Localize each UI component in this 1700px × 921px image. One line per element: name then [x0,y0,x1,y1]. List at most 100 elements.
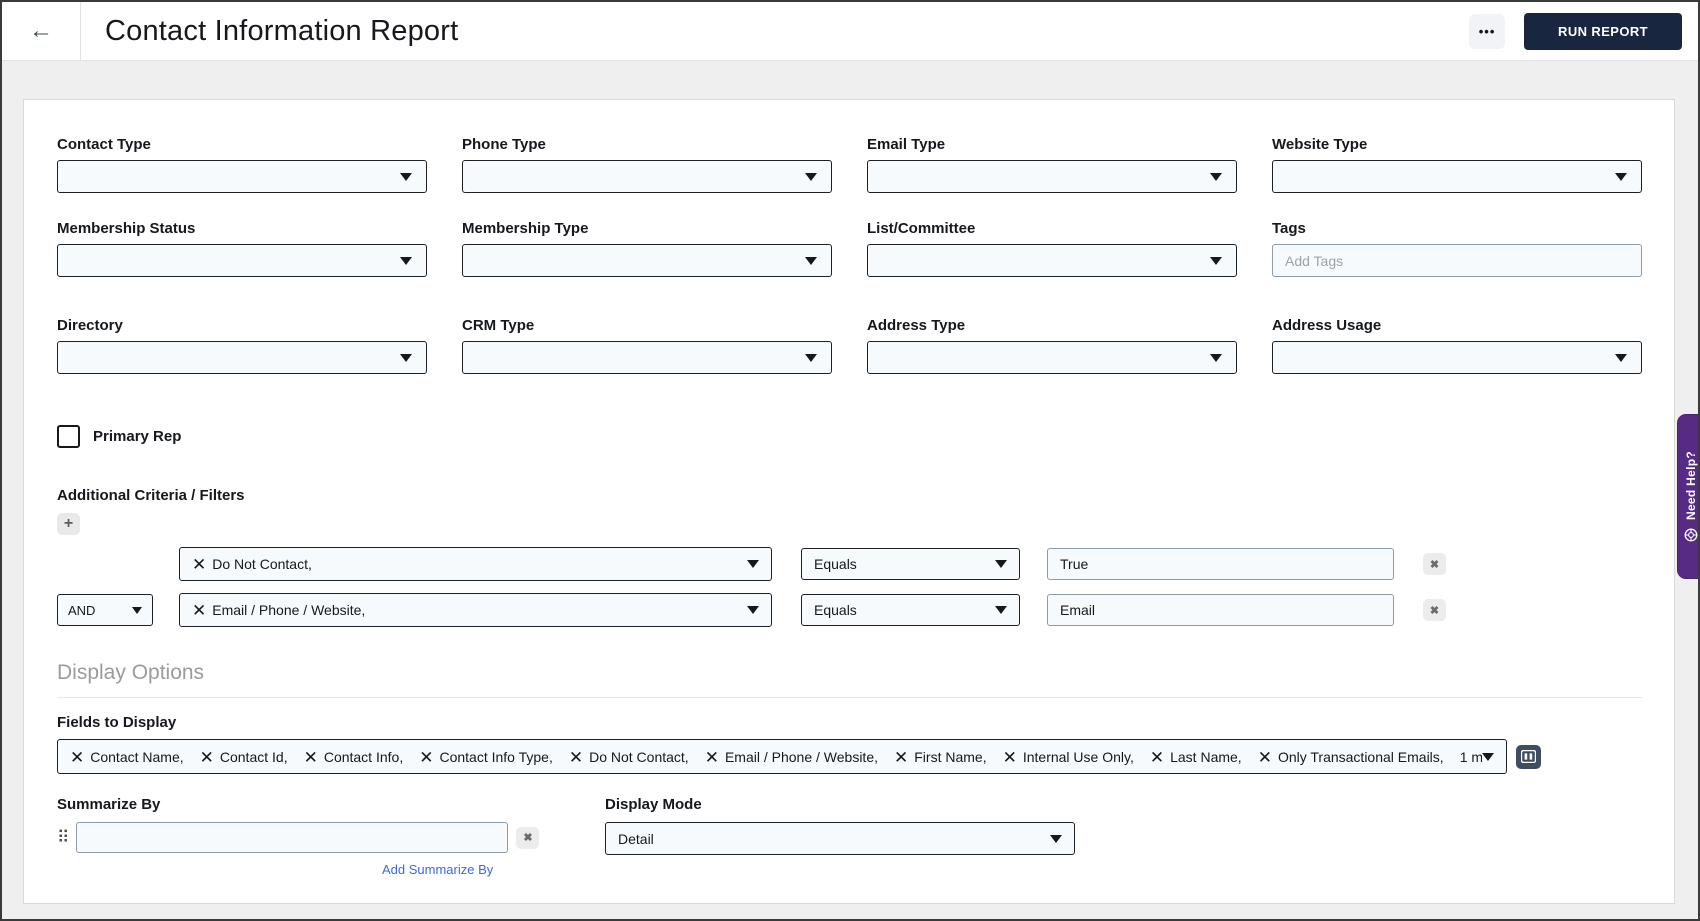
run-report-button[interactable]: RUN REPORT [1524,12,1682,50]
criteria-value-input[interactable] [1047,594,1394,626]
membership-type-select[interactable] [462,244,832,277]
bottom-row: Summarize By ⠿ ✖ Add Summarize By Displa… [57,796,1642,877]
field-label: Membership Status [57,220,196,237]
additional-criteria-title: Additional Criteria / Filters [57,487,245,504]
field-email-type: Email Type [867,136,1237,193]
chevron-down-icon [132,606,142,614]
chip-label: Contact Id, [219,748,288,765]
chevron-down-icon [1210,256,1222,265]
remove-criteria-button[interactable]: ✖ [1423,553,1446,575]
field-list-committee: List/Committee [867,220,1237,277]
conjunction-label: AND [68,602,96,618]
field-contact-type: Contact Type [57,136,427,193]
field-label: List/Committee [867,220,976,237]
summarize-by-input[interactable] [76,822,509,853]
life-ring-icon [1684,528,1698,542]
chip-label: Contact Name, [90,748,184,765]
close-icon: ✖ [1429,558,1440,571]
website-type-select[interactable] [1272,160,1642,193]
fields-to-display-label: Fields to Display [57,714,177,731]
field-chip: ✕ Do Not Contact, [569,747,689,767]
columns-icon [1521,750,1536,763]
back-button[interactable]: ← [2,2,81,60]
chevron-down-icon [1210,172,1222,181]
field-label: Address Type [867,317,966,334]
chevron-down-icon [1050,834,1062,843]
chevron-down-icon [805,256,817,265]
chip-label: Last Name, [1170,748,1242,765]
membership-status-select[interactable] [57,244,427,277]
clear-summarize-button[interactable]: ✖ [516,826,540,849]
app-window: ← Contact Information Report ••• RUN REP… [0,0,1700,921]
field-address-type: Address Type [867,317,1237,374]
summarize-by-section: Summarize By ⠿ ✖ Add Summarize By [57,796,605,877]
field-label: Directory [57,317,123,334]
column-settings-button[interactable] [1516,744,1541,769]
chip-label: Contact Info Type, [439,748,553,765]
plus-icon: + [63,515,74,532]
criteria-field-select[interactable]: ✕ Email / Phone / Website, [179,593,772,627]
field-chip: ✕ Only Transactional Emails, [1258,747,1444,767]
primary-rep-checkbox[interactable] [57,425,80,448]
operator-label: Equals [814,556,857,572]
remove-chip-icon[interactable]: ✕ [70,748,84,767]
remove-chip-icon[interactable]: ✕ [200,748,214,767]
display-mode-select[interactable]: Detail [605,822,1075,855]
remove-chip-icon[interactable]: ✕ [894,748,908,767]
remove-chip-icon[interactable]: ✕ [569,748,583,767]
field-label: Contact Type [57,136,151,153]
field-membership-type: Membership Type [462,220,832,277]
directory-select[interactable] [57,341,427,374]
remove-chip-icon[interactable]: ✕ [304,748,318,767]
field-chip: ✕ Internal Use Only, [1003,747,1134,767]
remove-criteria-button[interactable]: ✖ [1423,599,1446,621]
report-filters-card: Contact Type Phone Type Email Type Websi… [23,99,1675,904]
field-label: Tags [1272,220,1306,237]
phone-type-select[interactable] [462,160,832,193]
criteria-operator-select[interactable]: Equals [801,548,1020,580]
conjunction-slot: AND [57,594,179,626]
more-options-button[interactable]: ••• [1469,13,1506,49]
drag-handle-icon[interactable]: ⠿ [57,828,70,848]
remove-chip-icon[interactable]: ✕ [192,601,206,621]
address-type-select[interactable] [867,341,1237,374]
remove-chip-icon[interactable]: ✕ [1150,748,1164,767]
email-type-select[interactable] [867,160,1237,193]
add-criteria-button[interactable]: + [57,513,80,535]
criteria-value-input[interactable] [1047,548,1394,580]
header-bar: ← Contact Information Report ••• RUN REP… [2,2,1698,61]
remove-chip-icon[interactable]: ✕ [705,748,719,767]
display-options-heading: Display Options [57,661,1642,698]
crm-type-select[interactable] [462,341,832,374]
field-chip: ✕ Last Name, [1150,747,1242,767]
field-label: Website Type [1272,136,1368,153]
chevron-down-icon [747,560,759,568]
field-chip: ✕ Contact Info, [304,747,404,767]
contact-type-select[interactable] [57,160,427,193]
field-tags: Tags [1272,220,1642,277]
remove-chip-icon[interactable]: ✕ [192,555,206,575]
chip-label: First Name, [914,748,987,765]
list-committee-select[interactable] [867,244,1237,277]
criteria-operator-select[interactable]: Equals [801,594,1020,626]
field-membership-status: Membership Status [57,220,427,277]
chip-label: Contact Info, [323,748,404,765]
need-help-label: Need Help? [1684,450,1698,520]
remove-chip-icon[interactable]: ✕ [1003,748,1017,767]
remove-chip-icon[interactable]: ✕ [1258,748,1272,767]
chevron-down-icon [1615,353,1627,362]
add-summarize-by-link[interactable]: Add Summarize By [382,862,605,877]
chevron-down-icon [1482,752,1494,761]
tags-input[interactable] [1272,244,1642,277]
header-actions: ••• RUN REPORT [1469,12,1698,50]
conjunction-select[interactable]: AND [57,594,153,626]
criteria-field-select[interactable]: ✕ Do Not Contact, [179,547,772,581]
chevron-down-icon [747,606,759,614]
remove-chip-icon[interactable]: ✕ [419,748,433,767]
filter-grid: Contact Type Phone Type Email Type Websi… [57,136,1642,401]
fields-to-display-select[interactable]: ✕ Contact Name, ✕ Contact Id, ✕ Contact Inf… [57,739,1507,774]
operator-label: Equals [814,602,857,618]
need-help-tab[interactable]: Need Help? [1678,415,1698,578]
address-usage-select[interactable] [1272,341,1642,374]
close-icon: ✖ [1429,604,1440,617]
